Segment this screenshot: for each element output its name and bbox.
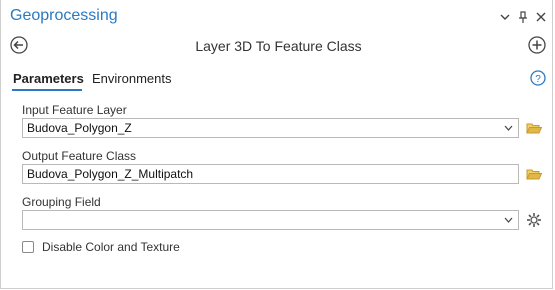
svg-text:?: ? — [535, 74, 541, 85]
disable-color-texture-label[interactable]: Disable Color and Texture — [42, 240, 180, 254]
active-tab-indicator — [12, 89, 82, 91]
folder-open-icon[interactable] — [526, 167, 543, 181]
pane-title: Geoprocessing — [10, 7, 118, 24]
tool-title: Layer 3D To Feature Class — [195, 38, 362, 54]
grouping-field-label: Grouping Field — [22, 195, 101, 209]
input-feature-layer-label: Input Feature Layer — [22, 103, 127, 117]
grouping-field-dropdown[interactable] — [22, 210, 519, 230]
gear-icon[interactable] — [526, 212, 542, 227]
folder-open-icon[interactable] — [526, 121, 543, 135]
output-feature-class-value: Budova_Polygon_Z_Multipatch — [27, 167, 194, 181]
output-feature-class-label: Output Feature Class — [22, 149, 137, 163]
add-icon[interactable] — [528, 36, 546, 54]
chevron-down-icon — [504, 125, 513, 131]
tab-parameters[interactable]: Parameters — [13, 71, 84, 86]
input-feature-layer-dropdown[interactable]: Budova_Polygon_Z — [22, 118, 519, 138]
help-icon[interactable]: ? — [530, 70, 546, 86]
geoprocessing-pane: Geoprocessing Layer 3D To Feature Class … — [0, 0, 553, 289]
close-icon[interactable] — [534, 10, 548, 24]
chevron-down-icon[interactable] — [498, 10, 512, 24]
output-feature-class-input[interactable]: Budova_Polygon_Z_Multipatch — [22, 164, 519, 184]
tab-environments[interactable]: Environments — [92, 71, 171, 86]
disable-color-texture-checkbox[interactable] — [22, 241, 34, 253]
input-feature-layer-value: Budova_Polygon_Z — [27, 121, 132, 135]
chevron-down-icon — [504, 217, 513, 223]
pin-icon[interactable] — [516, 10, 530, 24]
